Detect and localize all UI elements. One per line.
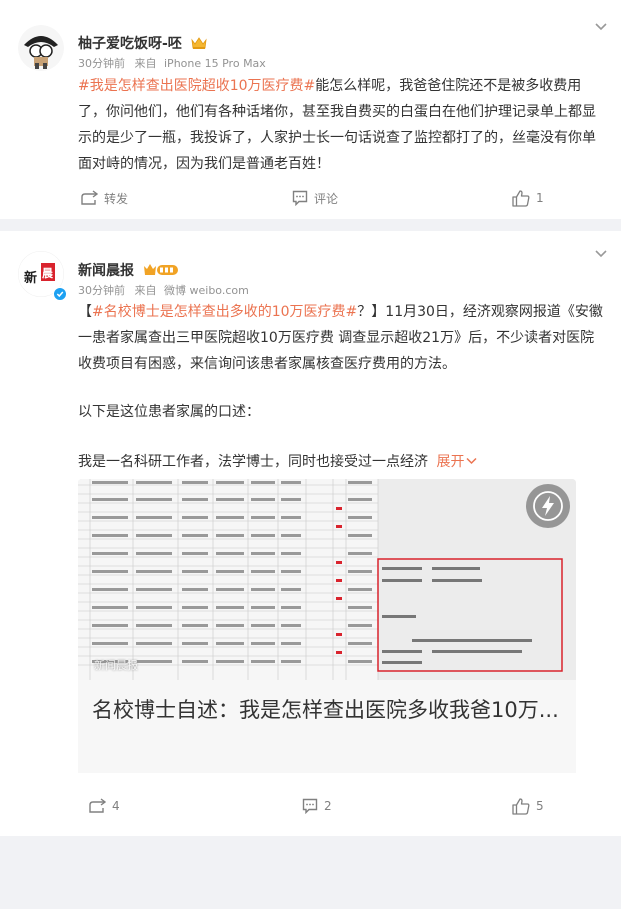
verified-badge-icon	[53, 287, 67, 301]
post-meta: 30分钟前 来自 微博 weibo.com	[78, 282, 249, 298]
article-card[interactable]: 新闻晨报 名校博士自述：我是怎样查出医院多收我爸10万...	[78, 479, 576, 909]
post-text: 【#名校博士是怎样查出多收的10万医疗费#？】11月30日，经济观察网报道《安徽…	[78, 299, 608, 377]
spreadsheet-image: 新闻晨报	[78, 479, 576, 680]
comment-icon	[302, 798, 318, 814]
avatar[interactable]	[18, 25, 64, 71]
post-time[interactable]: 30分钟前	[78, 57, 125, 70]
author-name[interactable]: 柚子爱吃饭呀-呸	[78, 33, 208, 53]
post-time[interactable]: 30分钟前	[78, 284, 125, 297]
post-card: 新 晨 新闻晨报 30分钟前 来自 微博 weibo.com 【#名校博士是怎样…	[0, 231, 621, 836]
article-caption[interactable]: 名校博士自述：我是怎样查出医院多收我爸10万...	[78, 680, 576, 773]
like-count: 5	[536, 799, 544, 813]
repost-count: 4	[112, 799, 120, 813]
post-source: iPhone 15 Pro Max	[164, 57, 266, 70]
comment-icon	[292, 190, 308, 206]
repost-button[interactable]: 4	[88, 786, 120, 826]
topic-link[interactable]: #名校博士是怎样查出多收的10万医疗费#	[92, 304, 357, 320]
image-watermark: 新闻晨报	[94, 659, 138, 672]
bracket-open: 【	[78, 304, 92, 320]
expand-link[interactable]: 展开	[436, 454, 477, 470]
lightning-icon	[533, 491, 563, 521]
post-meta: 30分钟前 来自 iPhone 15 Pro Max	[78, 55, 266, 71]
chevron-down-icon	[466, 457, 477, 465]
comment-button[interactable]: 评论	[292, 178, 338, 218]
svg-text:晨: 晨	[42, 267, 54, 280]
thumbs-up-icon	[512, 189, 530, 207]
author-name-text[interactable]: 新闻晨报	[78, 263, 134, 279]
action-bar: 转发 评论 1	[0, 178, 621, 218]
repost-icon	[89, 798, 106, 813]
like-button[interactable]: 5	[512, 786, 544, 826]
svg-text:新: 新	[24, 270, 37, 286]
comment-button[interactable]: 2	[302, 786, 332, 826]
source-prefix: 来自	[134, 284, 157, 297]
like-button[interactable]: 1	[512, 178, 544, 218]
post-paragraph: 我是一名科研工作者，法学博士，同时也接受过一点经济 展开	[78, 449, 608, 475]
post-card: 柚子爱吃饭呀-呸 30分钟前 来自 iPhone 15 Pro Max #我是怎…	[0, 0, 621, 219]
like-count: 1	[536, 191, 544, 205]
topic-link[interactable]: #我是怎样查出医院超收10万医疗费#	[78, 78, 315, 94]
action-bar: 4 2 5	[0, 786, 621, 826]
expand-label: 展开	[436, 454, 465, 470]
author-name[interactable]: 新闻晨报	[78, 260, 179, 280]
chevron-down-icon[interactable]	[594, 20, 608, 34]
paragraph-text: 以下是这位患者家属的口述：	[78, 404, 260, 420]
vip-badge-icon	[143, 264, 178, 275]
article-title[interactable]: 名校博士自述：我是怎样查出医院多收我爸10万...	[92, 694, 562, 726]
crown-badge-icon	[191, 37, 207, 49]
paragraph-text: 我是一名科研工作者，法学博士，同时也接受过一点经济	[78, 454, 428, 470]
chevron-down-icon[interactable]	[594, 247, 608, 261]
post-source: 微博 weibo.com	[164, 284, 249, 297]
author-name-text[interactable]: 柚子爱吃饭呀-呸	[78, 36, 182, 52]
post-text: #我是怎样查出医院超收10万医疗费#能怎么样呢，我爸爸住院还不是被多收费用了，你…	[78, 73, 608, 177]
repost-label: 转发	[104, 191, 129, 206]
repost-button[interactable]: 转发	[80, 178, 128, 218]
repost-icon	[81, 190, 98, 205]
thumbs-up-icon	[512, 797, 530, 815]
live-photo-button[interactable]	[526, 484, 570, 528]
post-paragraph: 以下是这位患者家属的口述：	[78, 399, 608, 425]
comment-count: 2	[324, 799, 332, 813]
source-prefix: 来自	[134, 57, 157, 70]
comment-label: 评论	[314, 191, 339, 206]
